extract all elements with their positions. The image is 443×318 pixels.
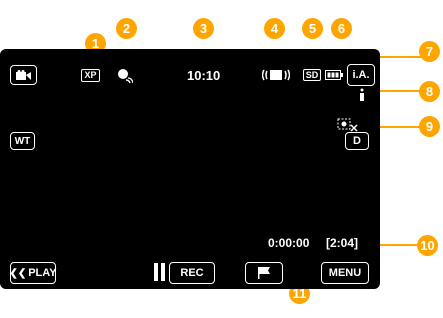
wifi-face-icon [118, 69, 133, 84]
menu-button[interactable]: MENU [321, 262, 369, 284]
wt-button[interactable]: WT [10, 132, 35, 150]
callout-7: 7 [419, 41, 440, 62]
callout-10: 10 [417, 235, 438, 256]
callout-4: 4 [264, 18, 285, 39]
face-priority-icon [337, 118, 358, 132]
battery-icon [325, 70, 343, 80]
rec-button[interactable]: REC [169, 262, 215, 284]
clock-time: 10:10 [187, 68, 221, 83]
remaining-time: [2:04] [326, 236, 359, 250]
d-button[interactable]: D [345, 132, 369, 150]
pause-icon[interactable] [154, 263, 166, 281]
elapsed-time: 0:00:00 [268, 236, 310, 250]
callout-5: 5 [302, 18, 323, 39]
image-stabilizer-icon [262, 69, 290, 81]
play-button[interactable]: ❮❮ PLAY [9, 262, 57, 284]
flag-icon [258, 267, 270, 279]
callout-8: 8 [419, 81, 440, 102]
flag-button[interactable] [245, 262, 283, 284]
video-mode-button[interactable] [10, 65, 37, 85]
quality-badge: XP [81, 69, 100, 82]
callout-3: 3 [193, 18, 214, 39]
lighting-icon [360, 88, 364, 101]
callout-6: 6 [331, 18, 352, 39]
back-chevron-icon: ❮❮ [9, 267, 27, 279]
camera-screen: XP 10:10 SD i.A. WT D 0:00:00 [2:04] ❮❮ … [0, 49, 380, 289]
callout-2: 2 [116, 18, 137, 39]
video-mode-icon [16, 70, 31, 80]
play-label: PLAY [28, 267, 57, 279]
sd-card-icon: SD [303, 69, 321, 81]
intelligent-auto-button[interactable]: i.A. [347, 64, 375, 86]
callout-9: 9 [419, 116, 440, 137]
